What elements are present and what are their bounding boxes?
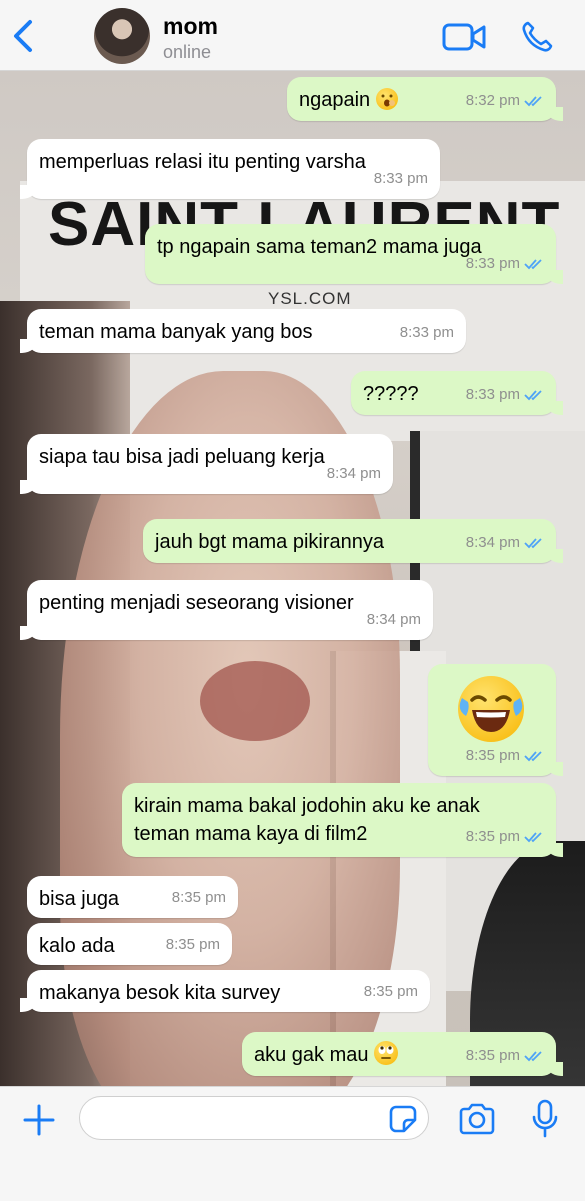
incoming-message[interactable]: makanya besok kita survey 8:35 pm <box>20 970 430 1012</box>
read-receipt-icon <box>524 390 542 401</box>
message-timestamp: 8:34 pm <box>366 611 421 628</box>
outgoing-message[interactable]: tp ngapain sama teman2 mama juga 8:33 pm <box>145 224 563 284</box>
message-timestamp: 8:35 pm <box>165 936 220 953</box>
yawning-face-emoji-icon <box>375 88 398 110</box>
message-timestamp: 8:33 pm <box>399 324 454 341</box>
contact-name[interactable]: mom <box>163 13 218 40</box>
message-timestamp: 8:35 pm <box>466 823 544 851</box>
incoming-message[interactable]: penting menjadi seseorang visioner 8:34 … <box>20 580 433 640</box>
read-receipt-icon <box>524 96 542 107</box>
message-timestamp: 8:34 pm <box>326 465 381 482</box>
plus-icon[interactable] <box>22 1103 56 1137</box>
message-timestamp: 8:34 pm <box>466 529 544 557</box>
outgoing-message[interactable]: ngapain 8:32 pm <box>287 77 563 121</box>
outgoing-message[interactable]: kirain mama bakal jodohin aku ke anak te… <box>122 783 563 857</box>
message-timestamp: 8:33 pm <box>466 250 544 278</box>
microphone-icon[interactable] <box>532 1099 558 1139</box>
read-receipt-icon <box>524 1051 542 1062</box>
video-call-icon[interactable] <box>442 22 486 52</box>
message-timestamp: 8:33 pm <box>373 170 428 187</box>
read-receipt-icon <box>524 538 542 549</box>
message-input-bar <box>0 1086 585 1201</box>
incoming-message[interactable]: siapa tau bisa jadi peluang kerja 8:34 p… <box>20 434 393 494</box>
read-receipt-icon <box>524 259 542 270</box>
outgoing-message[interactable]: jauh bgt mama pikirannya 8:34 pm <box>143 519 563 563</box>
sticker-icon[interactable] <box>388 1104 418 1134</box>
read-receipt-icon <box>524 751 542 762</box>
incoming-message[interactable]: memperluas relasi itu penting varsha 8:3… <box>20 139 440 199</box>
message-timestamp: 8:35 pm <box>171 889 226 906</box>
message-text: makanya besok kita survey <box>39 982 281 1004</box>
face-with-tears-of-joy-emoji-icon <box>458 676 524 742</box>
message-timestamp: 8:35 pm <box>466 742 544 770</box>
message-timestamp: 8:32 pm <box>466 87 544 115</box>
incoming-message[interactable]: teman mama banyak yang bos 8:33 pm <box>20 309 466 353</box>
chat-header: mom online <box>0 0 585 71</box>
message-text: penting menjadi seseorang visioner <box>39 592 354 614</box>
message-timestamp: 8:33 pm <box>466 381 544 409</box>
read-receipt-icon <box>524 832 542 843</box>
incoming-message[interactable]: bisa juga 8:35 pm <box>27 876 238 918</box>
phone-call-icon[interactable] <box>520 20 554 54</box>
outgoing-message[interactable]: aku gak mau 8:35 pm <box>242 1032 563 1076</box>
face-with-rolling-eyes-emoji-icon <box>374 1041 399 1065</box>
back-chevron-icon[interactable] <box>8 18 40 54</box>
wallpaper-url-text: YSL.COM <box>268 289 352 308</box>
incoming-message[interactable]: kalo ada 8:35 pm <box>27 923 232 965</box>
wallpaper-lips <box>200 661 310 741</box>
message-text: teman mama banyak yang bos <box>39 321 313 343</box>
contact-avatar[interactable] <box>94 8 150 64</box>
camera-icon[interactable] <box>458 1103 496 1135</box>
outgoing-emoji-message[interactable]: 8:35 pm <box>428 664 563 776</box>
message-input[interactable] <box>79 1096 429 1140</box>
outgoing-message[interactable]: ????? 8:33 pm <box>351 371 563 415</box>
message-timestamp: 8:35 pm <box>466 1042 544 1070</box>
message-timestamp: 8:35 pm <box>363 983 418 1000</box>
contact-status: online <box>163 42 212 62</box>
message-text: memperluas relasi itu penting varsha <box>39 151 366 173</box>
message-text-line: kirain mama bakal jodohin aku ke anak <box>134 795 480 817</box>
